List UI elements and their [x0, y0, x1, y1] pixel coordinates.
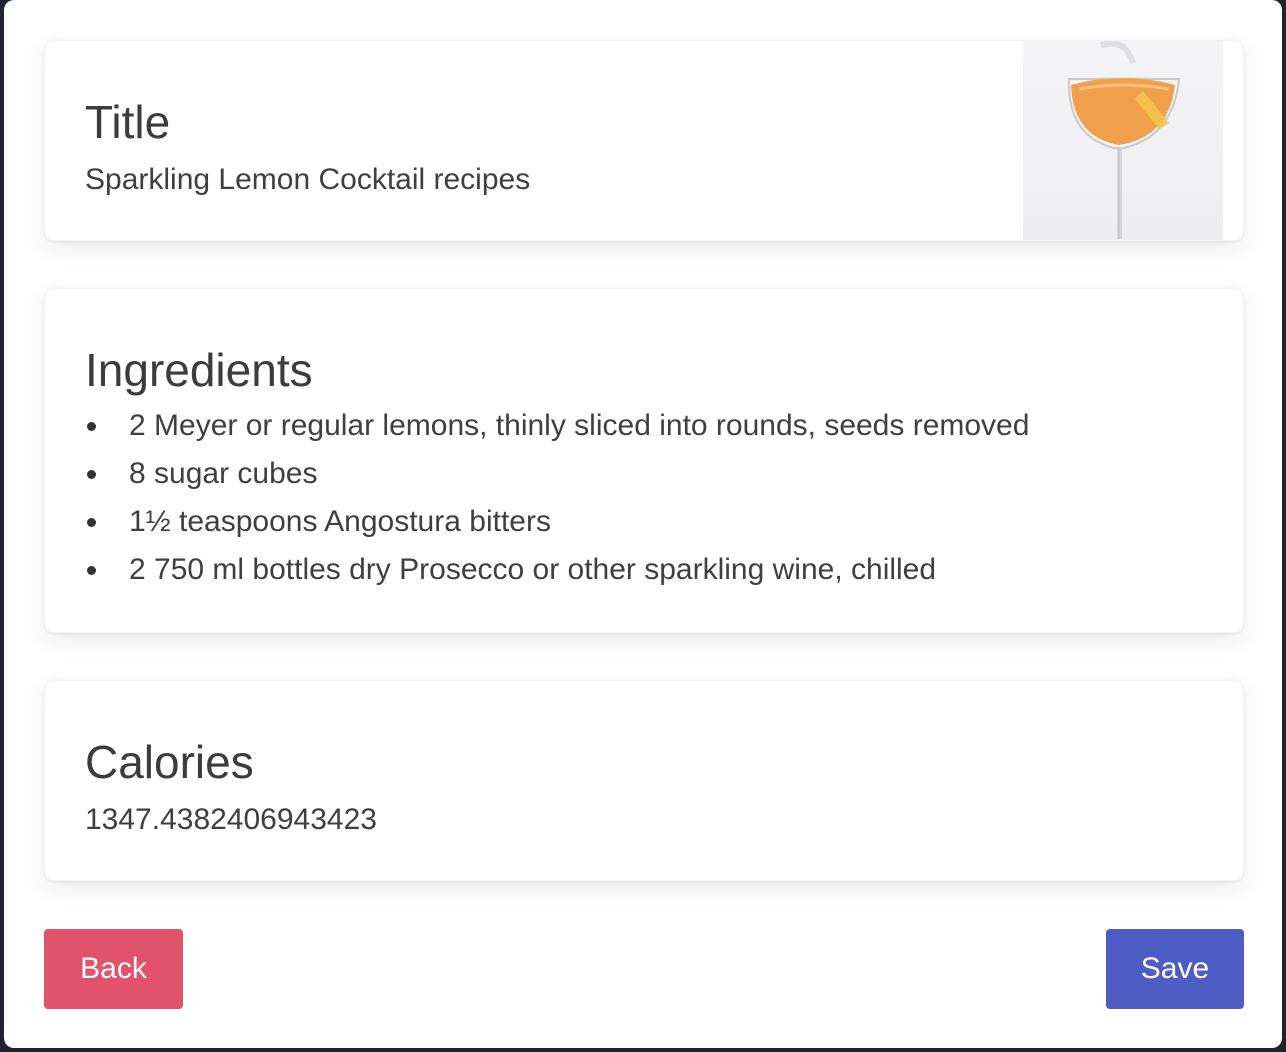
ingredient-text: 8 sugar cubes	[129, 457, 318, 490]
bullet-icon	[87, 566, 96, 575]
calories-value: 1347.4382406943423	[85, 803, 377, 836]
list-item: 2 750 ml bottles dry Prosecco or other s…	[85, 553, 1029, 601]
title-heading: Title	[85, 96, 171, 148]
bullet-icon	[87, 518, 96, 527]
bullet-icon	[87, 470, 96, 479]
cocktail-glass-icon	[1067, 41, 1181, 239]
ingredient-text: 2 Meyer or regular lemons, thinly sliced…	[129, 409, 1030, 442]
list-item: 8 sugar cubes	[85, 457, 1029, 505]
ingredients-card: Ingredients 2 Meyer or regular lemons, t…	[44, 288, 1244, 633]
ingredient-text: 2 750 ml bottles dry Prosecco or other s…	[129, 553, 937, 586]
ingredients-heading: Ingredients	[85, 344, 313, 396]
calories-card: Calories 1347.4382406943423	[44, 680, 1244, 881]
ingredients-list: 2 Meyer or regular lemons, thinly sliced…	[85, 409, 1029, 601]
back-button[interactable]: Back	[44, 929, 183, 1009]
calories-heading: Calories	[85, 736, 254, 788]
list-item: 1½ teaspoons Angostura bitters	[85, 505, 1029, 553]
list-item: 2 Meyer or regular lemons, thinly sliced…	[85, 409, 1029, 457]
ingredient-text: 1½ teaspoons Angostura bitters	[129, 505, 551, 538]
save-button[interactable]: Save	[1106, 929, 1244, 1009]
title-card: Title Sparkling Lemon Cocktail recipes	[44, 40, 1244, 241]
cocktail-image	[1023, 41, 1223, 240]
bullet-icon	[87, 422, 96, 431]
title-value: Sparkling Lemon Cocktail recipes	[85, 163, 531, 196]
